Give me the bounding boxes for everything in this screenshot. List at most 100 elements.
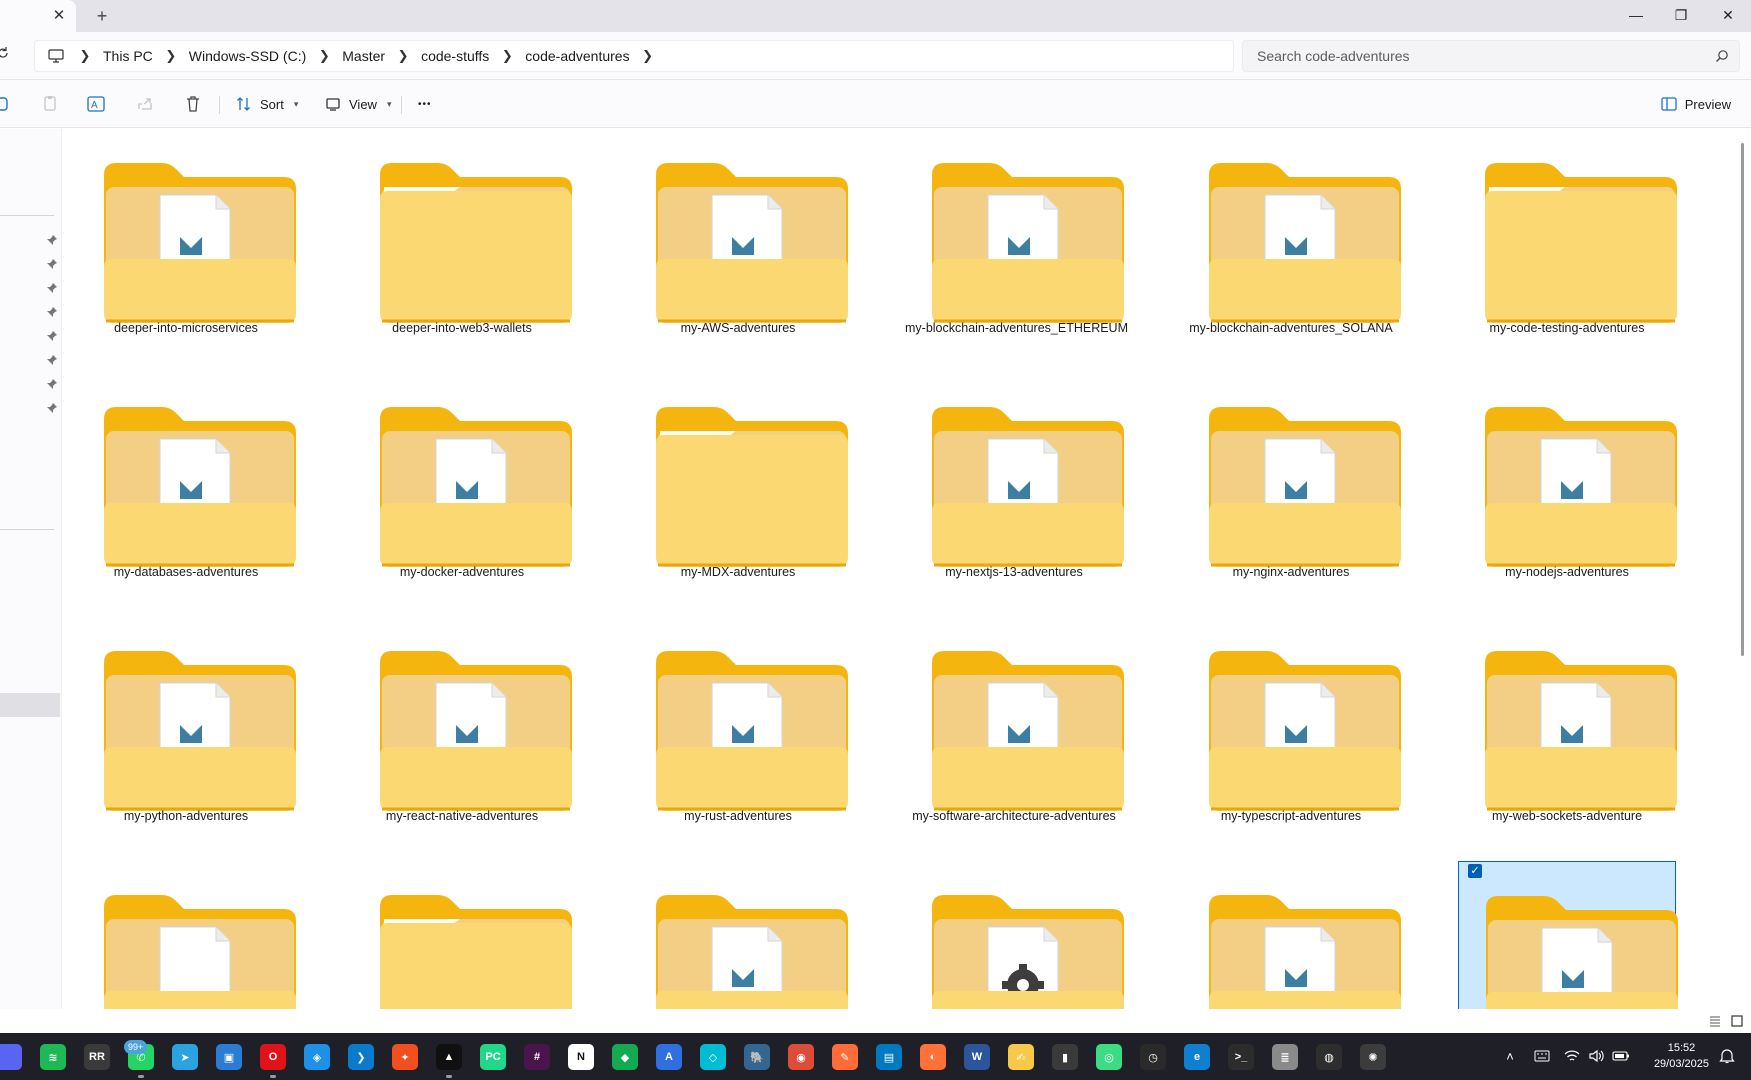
- trello-icon[interactable]: ▤: [876, 1044, 902, 1070]
- share-icon[interactable]: [135, 94, 155, 114]
- tab-current[interactable]: ✕: [0, 0, 76, 32]
- folder-item[interactable]: my-AWS-adventures: [629, 129, 848, 359]
- edge-icon[interactable]: e: [1184, 1044, 1210, 1070]
- folder-item[interactable]: my-nodejs-adventures: [1458, 373, 1677, 603]
- postgres-icon[interactable]: 🐘: [744, 1044, 770, 1070]
- pin-icon[interactable]: [46, 378, 58, 390]
- pin-icon[interactable]: [46, 402, 58, 414]
- folder-item[interactable]: my-web-sockets-adventure: [1458, 617, 1677, 847]
- folder-item[interactable]: [905, 861, 1124, 1009]
- vertical-scrollbar[interactable]: [1741, 143, 1744, 656]
- pin-icon[interactable]: [46, 330, 58, 342]
- breadcrumb-code-adventures[interactable]: code-adventures: [525, 48, 629, 64]
- cmd-icon[interactable]: >_: [1228, 1044, 1254, 1070]
- folder-item[interactable]: my-rust-adventures: [629, 617, 848, 847]
- app-rr-icon[interactable]: RR: [84, 1044, 110, 1070]
- folder-item[interactable]: my-databases-adventures: [77, 373, 296, 603]
- notification-icon[interactable]: [1718, 1047, 1736, 1065]
- rename-icon[interactable]: A: [87, 94, 107, 114]
- pycharm-icon[interactable]: PC: [480, 1044, 506, 1070]
- folder-item[interactable]: my-software-architecture-adventures: [905, 617, 1124, 847]
- folder-item[interactable]: my-code-testing-adventures: [1458, 129, 1677, 359]
- search-input[interactable]: [1257, 48, 1697, 64]
- sort-button[interactable]: Sort ▾: [236, 90, 298, 118]
- folder-item[interactable]: ✓: [1458, 861, 1678, 1009]
- monitor-icon[interactable]: [45, 47, 67, 65]
- more-options-button[interactable]: •••: [418, 90, 432, 118]
- keyboard-icon[interactable]: [1533, 1047, 1551, 1065]
- new-tab-button[interactable]: +: [92, 6, 112, 26]
- search-icon[interactable]: [1715, 49, 1729, 63]
- folder-item[interactable]: [1182, 861, 1401, 1009]
- folder-item[interactable]: my-blockchain-adventures_SOLANA: [1182, 129, 1401, 359]
- system-clock[interactable]: 15:52 29/03/2025: [1654, 1040, 1709, 1072]
- refresh-icon[interactable]: [0, 46, 10, 60]
- docker-icon[interactable]: ◈: [304, 1044, 330, 1070]
- obs-icon[interactable]: ◍: [1316, 1044, 1342, 1070]
- terminal-app-icon[interactable]: ▮: [1052, 1044, 1078, 1070]
- firefox-icon[interactable]: ◐: [920, 1044, 946, 1070]
- battery-icon[interactable]: [1612, 1047, 1630, 1065]
- large-icons-view-icon[interactable]: [1730, 1014, 1744, 1028]
- cursor-icon[interactable]: ▲: [436, 1044, 462, 1070]
- details-view-icon[interactable]: [1708, 1014, 1722, 1028]
- folder-item[interactable]: [629, 861, 848, 1009]
- chevron-right-icon[interactable]: ❯: [79, 48, 91, 64]
- pin-icon[interactable]: [46, 234, 58, 246]
- pin-icon[interactable]: [46, 258, 58, 270]
- wifi-icon[interactable]: [1563, 1047, 1581, 1065]
- compass-icon[interactable]: A: [656, 1044, 682, 1070]
- folder-item[interactable]: my-typescript-adventures: [1182, 617, 1401, 847]
- chrome-icon[interactable]: ◉: [788, 1044, 814, 1070]
- chevron-right-icon[interactable]: ❯: [501, 48, 513, 64]
- selection-checkbox[interactable]: ✓: [1468, 864, 1482, 878]
- folder-item[interactable]: [353, 861, 572, 1009]
- folder-item[interactable]: my-react-native-adventures: [353, 617, 572, 847]
- sidebar-item-selected[interactable]: [0, 693, 60, 717]
- pin-icon[interactable]: [46, 306, 58, 318]
- breadcrumb[interactable]: ❯ This PC ❯ Windows-SSD (C:) ❯ Master ❯ …: [34, 40, 1234, 72]
- notes-icon[interactable]: ✍: [1008, 1044, 1034, 1070]
- folder-item[interactable]: my-docker-adventures: [353, 373, 572, 603]
- slack-icon[interactable]: #: [524, 1044, 550, 1070]
- database-icon[interactable]: ≣: [1272, 1044, 1298, 1070]
- pin-icon[interactable]: [46, 354, 58, 366]
- close-window-button[interactable]: ✕: [1705, 0, 1751, 30]
- figma-icon[interactable]: ✦: [392, 1044, 418, 1070]
- davinci-icon[interactable]: ✺: [1360, 1044, 1386, 1070]
- tab-close-icon[interactable]: ✕: [50, 7, 68, 25]
- delete-icon[interactable]: [183, 94, 203, 114]
- discord-icon[interactable]: [0, 1044, 22, 1070]
- folder-item[interactable]: my-nginx-adventures: [1182, 373, 1401, 603]
- folder-item[interactable]: deeper-into-web3-wallets: [353, 129, 572, 359]
- folder-item[interactable]: [77, 861, 296, 1009]
- breadcrumb-master[interactable]: Master: [342, 48, 385, 64]
- android-icon[interactable]: ◎: [1096, 1044, 1122, 1070]
- chevron-right-icon[interactable]: ❯: [642, 48, 654, 64]
- new-icon[interactable]: [0, 94, 12, 114]
- folder-item[interactable]: my-nextjs-13-adventures: [905, 373, 1124, 603]
- view-button[interactable]: View ▾: [325, 90, 391, 118]
- search-box[interactable]: [1242, 40, 1740, 72]
- copy-icon[interactable]: [40, 94, 60, 114]
- spotify-icon[interactable]: ≋: [40, 1044, 66, 1070]
- folder-item[interactable]: deeper-into-microservices: [77, 129, 296, 359]
- breadcrumb-this-pc[interactable]: This PC: [103, 48, 153, 64]
- folder-item[interactable]: my-MDX-adventures: [629, 373, 848, 603]
- maximize-button[interactable]: ❐: [1658, 0, 1704, 30]
- chevron-right-icon[interactable]: ❯: [318, 48, 330, 64]
- chevron-right-icon[interactable]: ❯: [397, 48, 409, 64]
- postman-icon[interactable]: ✎: [832, 1044, 858, 1070]
- breadcrumb-windows-ssd[interactable]: Windows-SSD (C:): [189, 48, 306, 64]
- minimize-button[interactable]: —: [1613, 0, 1659, 30]
- volume-icon[interactable]: [1587, 1047, 1605, 1065]
- breadcrumb-code-stuffs[interactable]: code-stuffs: [421, 48, 489, 64]
- notion-icon[interactable]: N: [568, 1044, 594, 1070]
- remote-desktop-icon[interactable]: ▣: [216, 1044, 242, 1070]
- folder-item[interactable]: my-python-adventures: [77, 617, 296, 847]
- cube-icon[interactable]: ◇: [700, 1044, 726, 1070]
- mongodb-icon[interactable]: ◆: [612, 1044, 638, 1070]
- preview-button[interactable]: Preview: [1661, 90, 1731, 118]
- vscode-icon[interactable]: ❯: [348, 1044, 374, 1070]
- word-icon[interactable]: W: [964, 1044, 990, 1070]
